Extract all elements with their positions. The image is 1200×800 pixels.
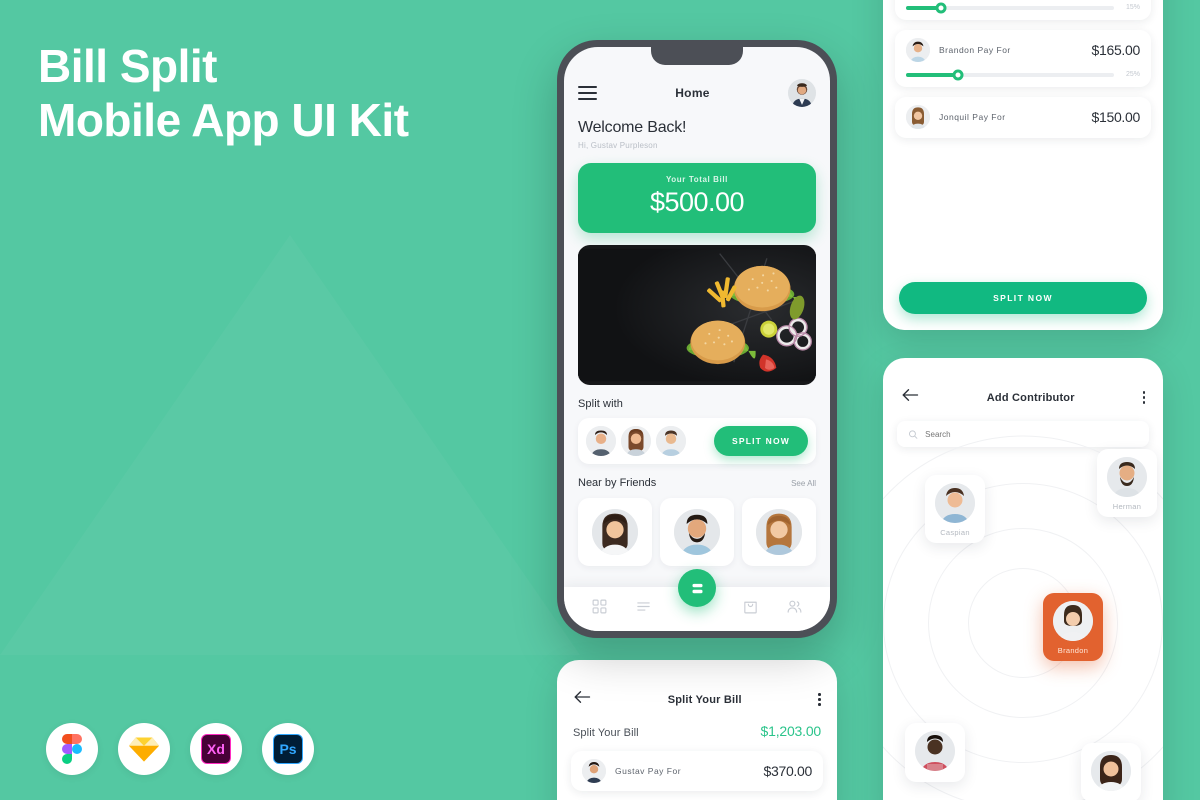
sketch-icon [118, 723, 170, 775]
slider-track[interactable] [906, 2, 1114, 13]
tab-wallet-icon[interactable] [742, 598, 759, 620]
nearby-friends-list [578, 498, 816, 566]
hamburger-menu-icon[interactable] [578, 82, 597, 104]
payer-amount: $150.00 [1091, 109, 1140, 125]
tab-list-icon[interactable] [635, 598, 652, 620]
nearby-friends-title: Near by Friends [578, 477, 657, 489]
slider-percent: 15% [1125, 4, 1140, 11]
more-options-icon[interactable] [1142, 391, 1145, 404]
page-title: Split Your Bill [667, 693, 742, 706]
split-bill-pay-card: Linguina Pay For $135,00 10% [883, 0, 1163, 330]
adobe-xd-icon: Xd [190, 723, 242, 775]
food-photo [578, 245, 816, 385]
back-arrow-icon[interactable] [573, 690, 591, 709]
payer-amount: $370.00 [763, 763, 812, 779]
total-bill-amount: $500.00 [649, 187, 745, 217]
friend-card[interactable] [742, 498, 816, 566]
pay-rows-list: Linguina Pay For $135,00 10% [895, 0, 1151, 138]
hero-heading: Bill Split Mobile App UI Kit [38, 40, 508, 148]
table-row[interactable]: Gustav Pay For $370.00 [571, 751, 823, 791]
table-row[interactable]: Jonquil Pay For $150.00 [895, 97, 1151, 138]
split-avatar-3[interactable] [656, 426, 686, 456]
contributor-card[interactable] [1081, 743, 1141, 800]
xd-label: Xd [207, 741, 225, 757]
split-fab-button[interactable] [678, 569, 716, 607]
slider-fill [906, 72, 958, 77]
add-contributor-header: Add Contributor [883, 358, 1163, 407]
slider-track[interactable] [906, 69, 1114, 80]
payer-avatar [906, 38, 930, 62]
payer-name: Brandon Pay For [939, 45, 1011, 55]
split-with-label: Split with [578, 398, 624, 410]
back-arrow-icon[interactable] [901, 388, 919, 407]
phone-notch [651, 47, 743, 65]
total-bill-label: Your Total Bill [665, 175, 729, 184]
ps-label: Ps [279, 741, 297, 757]
tool-badges: Xd Ps [46, 723, 314, 775]
see-all-link[interactable]: See All [791, 479, 816, 488]
phone-screen: Home Welcome Back! Hi, Gustav Purpleson … [564, 47, 830, 631]
contributor-avatar [915, 731, 955, 771]
friend-card[interactable] [660, 498, 734, 566]
split-now-button[interactable]: SPLIT NOW [899, 282, 1147, 314]
total-bill-card: Your Total Bill $500.00 [578, 163, 816, 233]
add-contributor-card: Add Contributor Caspian [883, 358, 1163, 800]
friend-avatar [756, 509, 802, 555]
nearby-friends-header: Near by Friends See All [578, 477, 816, 489]
contributor-name: Brandon [1057, 646, 1089, 655]
welcome-heading: Welcome Back! [578, 119, 687, 136]
page-title: Home [675, 86, 710, 100]
pay-card-footer: SPLIT NOW [883, 268, 1163, 330]
contributor-name: Caspian [940, 528, 970, 537]
contributor-card-selected[interactable]: Brandon [1043, 593, 1103, 661]
tab-dashboard-icon[interactable] [591, 598, 608, 620]
payer-amount: $165.00 [1091, 42, 1140, 58]
figma-icon [46, 723, 98, 775]
contributor-name: Herman [1112, 502, 1142, 511]
more-options-icon[interactable] [818, 693, 821, 706]
bill-summary-label: Split Your Bill [573, 727, 639, 739]
contributor-avatar [1107, 457, 1147, 497]
bill-summary-amount: $1,203.00 [760, 723, 822, 739]
payer-avatar [582, 759, 606, 783]
friend-avatar [592, 509, 638, 555]
background-watermark-triangle [0, 235, 580, 655]
slider-knob[interactable] [935, 2, 947, 13]
photoshop-icon: Ps [262, 723, 314, 775]
slider-percent: 25% [1125, 71, 1140, 78]
page-title: Add Contributor [986, 391, 1075, 404]
hero-line-1: Bill Split [38, 40, 218, 92]
split-avatar-2[interactable] [621, 426, 651, 456]
percent-slider[interactable]: 25% [906, 69, 1140, 80]
welcome-subtitle: Hi, Gustav Purpleson [578, 141, 658, 150]
contributor-avatar [935, 483, 975, 523]
user-avatar[interactable] [787, 79, 816, 107]
contributor-card[interactable] [905, 723, 965, 782]
payer-avatar [906, 105, 930, 129]
hero-line-2: Mobile App UI Kit [38, 93, 409, 146]
table-row[interactable]: Brandon Pay For $165.00 25% [895, 30, 1151, 87]
contributor-card[interactable]: Herman [1097, 449, 1157, 517]
friend-card[interactable] [578, 498, 652, 566]
friend-avatar [674, 509, 720, 555]
phone-mockup: Home Welcome Back! Hi, Gustav Purpleson … [557, 40, 837, 638]
bill-card-header: Split Your Bill [557, 660, 837, 709]
table-row[interactable]: Jonquil Pay For $183.00 15% [895, 0, 1151, 20]
app-topbar: Home [578, 73, 816, 113]
percent-slider[interactable]: 15% [906, 2, 1140, 13]
split-now-button[interactable]: SPLIT NOW [713, 426, 808, 456]
split-avatar-1[interactable] [586, 426, 616, 456]
split-with-row: SPLIT NOW [578, 418, 816, 464]
payer-name: Jonquil Pay For [939, 112, 1006, 122]
contributor-radar: Caspian Herman Brandon [883, 435, 1163, 800]
tab-contacts-icon[interactable] [786, 598, 803, 620]
slider-knob[interactable] [952, 69, 964, 80]
bill-summary: Split Your Bill $1,203.00 [557, 709, 837, 739]
payer-name: Gustav Pay For [615, 766, 682, 776]
contributor-avatar [1053, 601, 1093, 641]
contributor-card[interactable]: Caspian [925, 475, 985, 543]
contributor-avatar [1091, 751, 1131, 791]
split-your-bill-card: Split Your Bill Split Your Bill $1,203.0… [557, 660, 837, 800]
search-icon [909, 429, 918, 439]
